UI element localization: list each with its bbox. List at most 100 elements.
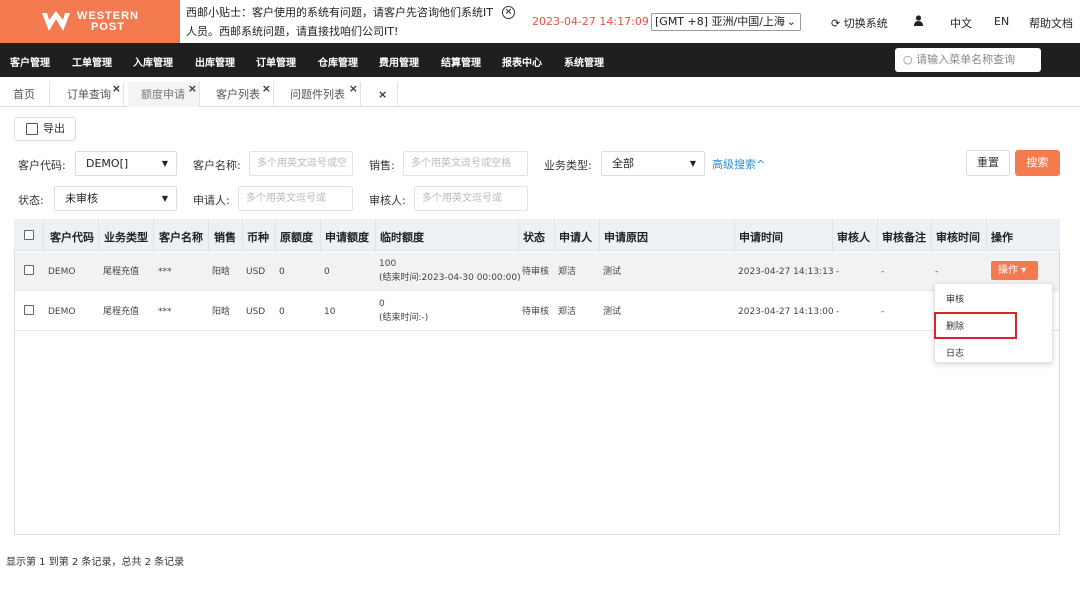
tab-customer-list[interactable]: 客户列表 × xyxy=(203,82,274,107)
nav-item-inbound[interactable]: 入库管理 xyxy=(133,54,173,69)
col-divider xyxy=(208,219,209,252)
close-icon[interactable]: × xyxy=(112,76,121,101)
tab-home[interactable]: 首页 xyxy=(0,82,50,107)
reviewer-label: 审核人: xyxy=(369,194,406,207)
reviewer-input[interactable]: 多个用英文逗号或 xyxy=(414,186,528,211)
close-icon[interactable]: × xyxy=(262,76,271,101)
nav-item-ticket[interactable]: 工单管理 xyxy=(72,54,112,69)
nav-item-order[interactable]: 订单管理 xyxy=(256,54,296,69)
col-action: 操作 xyxy=(991,231,1013,244)
cell-applicant: 郑洁 xyxy=(558,307,577,317)
col-divider xyxy=(43,219,44,252)
tab-quota-apply-label: 额度申请 xyxy=(141,88,185,101)
row-checkbox[interactable] xyxy=(24,265,34,275)
nav-item-report[interactable]: 报表中心 xyxy=(502,54,542,69)
close-icon[interactable]: × xyxy=(188,76,197,101)
col-orig-quota[interactable]: 原额度 xyxy=(280,229,313,245)
col-divider xyxy=(832,219,833,252)
col-review-time[interactable]: 审核时间 xyxy=(936,229,980,245)
close-tip-icon[interactable]: × xyxy=(502,6,515,19)
col-sales[interactable]: 销售 xyxy=(214,229,236,245)
select-all-checkbox[interactable] xyxy=(24,230,34,240)
reset-button[interactable]: 重置 xyxy=(966,150,1010,176)
col-biz-type[interactable]: 业务类型 xyxy=(104,229,148,245)
col-divider xyxy=(877,219,878,252)
nav-item-system[interactable]: 系统管理 xyxy=(564,54,604,69)
col-customer-name[interactable]: 客户名称 xyxy=(159,229,203,245)
tab-customer-list-label: 客户列表 xyxy=(216,88,260,101)
col-reason[interactable]: 申请原因 xyxy=(604,229,648,245)
biz-type-select[interactable]: 全部 ▼ xyxy=(601,151,705,176)
col-currency[interactable]: 币种 xyxy=(247,229,269,245)
caret-down-icon: ▼ xyxy=(689,159,696,168)
export-label: 导出 xyxy=(43,122,65,135)
sales-label: 销售: xyxy=(369,159,395,172)
advanced-search-link[interactable]: 高级搜索^ xyxy=(712,156,765,172)
tip-text: 西邮小贴士：客户使用的系统有问题，请客户先咨询他们系统IT人员。西邮系统问题，请… xyxy=(186,6,493,38)
nav-item-settlement[interactable]: 结算管理 xyxy=(441,54,481,69)
menu-item-review[interactable]: 审核 xyxy=(946,292,964,305)
col-reviewer[interactable]: 审核人 xyxy=(837,229,870,245)
menu-item-log[interactable]: 日志 xyxy=(946,346,964,359)
logo-text-line1: WESTERN xyxy=(77,9,139,22)
col-divider xyxy=(986,219,987,252)
applicant-input[interactable]: 多个用英文逗号或 xyxy=(238,186,353,211)
cell-reason: 测试 xyxy=(603,267,622,277)
customer-name-input[interactable]: 多个用英文逗号或空 xyxy=(249,151,353,176)
cell-review-time: - xyxy=(935,267,939,277)
nav-item-warehouse[interactable]: 仓库管理 xyxy=(318,54,358,69)
nav-item-customer[interactable]: 客户管理 xyxy=(10,54,50,69)
col-applicant[interactable]: 申请人 xyxy=(559,229,592,245)
export-button[interactable]: 导出 xyxy=(14,117,76,141)
nav-item-fee[interactable]: 费用管理 xyxy=(379,54,419,69)
cell-currency: USD xyxy=(246,267,266,277)
menu-search-input[interactable]: ○ 请输入菜单名称查询 xyxy=(895,48,1041,72)
cell-apply-time: 2023-04-27 14:13:00 xyxy=(738,307,834,317)
close-icon[interactable]: × xyxy=(349,76,358,101)
search-button[interactable]: 搜索 xyxy=(1015,150,1060,176)
help-docs-link[interactable]: 帮助文档 xyxy=(1029,15,1073,31)
cell-review-remark: - xyxy=(881,267,885,277)
tab-problem-list-label: 问题件列表 xyxy=(290,88,345,101)
caret-down-icon: ▼ xyxy=(161,194,168,203)
close-all-tabs[interactable]: × xyxy=(365,82,398,107)
row-checkbox[interactable] xyxy=(24,305,34,315)
col-divider xyxy=(98,219,99,252)
tab-problem-list[interactable]: 问题件列表 × xyxy=(277,82,361,107)
cell-temp-end: (结束时间:2023-04-30 00:00:00) xyxy=(379,273,521,283)
cell-apply-quota: 0 xyxy=(324,267,330,277)
col-apply-quota[interactable]: 申请额度 xyxy=(325,229,369,245)
switch-system-button[interactable]: ⟳ 切换系统 xyxy=(831,15,888,31)
status-select[interactable]: 未审核 ▼ xyxy=(54,186,177,211)
sales-input[interactable]: 多个用英文逗号或空格 xyxy=(403,151,528,176)
cell-apply-time: 2023-04-27 14:13:13 xyxy=(738,267,834,277)
col-customer-code[interactable]: 客户代码 xyxy=(50,229,94,245)
cell-status: 待审核 xyxy=(522,267,550,277)
col-apply-time[interactable]: 申请时间 xyxy=(739,229,783,245)
lang-zh-link[interactable]: 中文 xyxy=(950,15,972,31)
chevron-down-icon: ⌄ xyxy=(786,15,796,28)
lang-en-link[interactable]: EN xyxy=(994,15,1009,28)
caret-down-icon: ▼ xyxy=(161,159,168,168)
col-status[interactable]: 状态 xyxy=(523,229,545,245)
action-dropdown-button[interactable]: 操作 ▾ xyxy=(991,261,1038,280)
tab-quota-apply[interactable]: 额度申请 × xyxy=(128,82,200,107)
col-review-remark[interactable]: 审核备注 xyxy=(882,229,926,245)
customer-code-value: DEMO[] xyxy=(86,157,129,170)
cell-temp-quota: 100 xyxy=(379,259,397,269)
col-divider xyxy=(375,219,376,252)
cell-customer-name: *** xyxy=(158,307,172,317)
switch-system-label: 切换系统 xyxy=(843,17,888,30)
user-icon[interactable] xyxy=(914,15,923,29)
pagination-summary: 显示第 1 到第 2 条记录，总共 2 条记录 xyxy=(6,557,185,568)
status-value: 未审核 xyxy=(65,192,98,205)
timezone-select[interactable]: [GMT +8] 亚洲/中国/上海 ⌄ xyxy=(651,13,801,31)
table-row[interactable]: DEMO 尾程充值 *** 阳晗 USD 0 0 100 (结束时间:2023-… xyxy=(15,252,1059,291)
col-divider xyxy=(275,219,276,252)
nav-item-outbound[interactable]: 出库管理 xyxy=(195,54,235,69)
customer-code-select[interactable]: DEMO[] ▼ xyxy=(75,151,177,176)
table-row[interactable]: DEMO 尾程充值 *** 阳晗 USD 0 10 0 (结束时间:-) 待审核… xyxy=(15,292,1059,331)
col-temp-quota[interactable]: 临时额度 xyxy=(380,229,424,245)
tab-order-query[interactable]: 订单查询 × xyxy=(54,82,124,107)
cell-reviewer: - xyxy=(836,307,840,317)
